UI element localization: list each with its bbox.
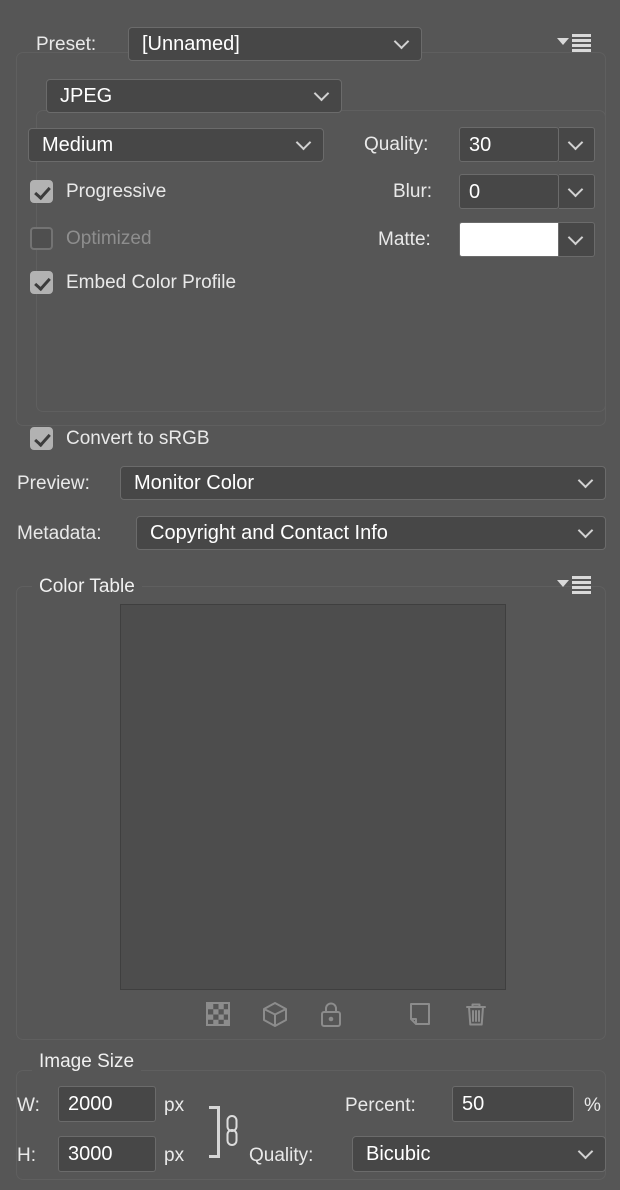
- image-height-input[interactable]: 3000: [58, 1136, 156, 1172]
- file-format-dropdown[interactable]: JPEG: [46, 79, 342, 113]
- chevron-down-icon: [570, 137, 583, 150]
- transparency-icon[interactable]: [203, 999, 233, 1029]
- percent-input[interactable]: 50: [452, 1086, 574, 1122]
- triangle-down-icon: [557, 38, 569, 45]
- preset-dropdown[interactable]: [Unnamed]: [128, 27, 422, 61]
- blur-input[interactable]: 0: [459, 174, 559, 209]
- image-width-label: W:: [17, 1095, 40, 1116]
- metadata-label: Metadata:: [17, 523, 102, 544]
- metadata-dropdown[interactable]: Copyright and Contact Info: [136, 516, 606, 550]
- progressive-checkbox[interactable]: [30, 180, 53, 203]
- chevron-down-icon: [580, 525, 593, 538]
- preview-value: Monitor Color: [134, 473, 255, 493]
- quality-label: Quality:: [364, 134, 429, 155]
- chevron-down-icon: [316, 88, 329, 101]
- preset-label: Preset:: [36, 34, 97, 55]
- image-height-label: H:: [17, 1145, 36, 1166]
- metadata-value: Copyright and Contact Info: [150, 523, 388, 543]
- chevron-down-icon: [396, 36, 409, 49]
- lock-icon[interactable]: [316, 999, 346, 1029]
- optimized-label: Optimized: [66, 228, 152, 249]
- hamburger-icon: [572, 34, 591, 52]
- hamburger-icon: [572, 576, 591, 594]
- color-table-swatch-area[interactable]: [120, 604, 506, 990]
- chevron-down-icon: [580, 1146, 593, 1159]
- constrain-bracket: [209, 1106, 220, 1158]
- blur-dropdown-button[interactable]: [559, 174, 595, 209]
- quality-input[interactable]: 30: [459, 127, 559, 162]
- triangle-down-icon: [557, 580, 569, 587]
- preview-label: Preview:: [17, 473, 90, 494]
- matte-label: Matte:: [378, 229, 431, 250]
- compression-quality-value: Medium: [42, 135, 114, 155]
- convert-to-srgb-checkbox[interactable]: [30, 427, 53, 450]
- color-table-title: Color Table: [32, 577, 142, 596]
- image-height-unit: px: [164, 1145, 185, 1166]
- percent-label: Percent:: [345, 1095, 416, 1116]
- blur-field-group: 0: [459, 174, 595, 209]
- matte-field-group: [459, 222, 595, 257]
- chain-link-icon[interactable]: [222, 1114, 242, 1148]
- image-width-input[interactable]: 2000: [58, 1086, 156, 1122]
- percent-unit: %: [584, 1095, 601, 1116]
- image-width-unit: px: [164, 1095, 185, 1116]
- preset-flyout-menu-icon[interactable]: [557, 33, 591, 53]
- progressive-label: Progressive: [66, 181, 167, 202]
- file-format-value: JPEG: [60, 86, 113, 106]
- compression-quality-dropdown[interactable]: Medium: [28, 128, 324, 162]
- chevron-down-icon: [570, 232, 583, 245]
- preview-dropdown[interactable]: Monitor Color: [120, 466, 606, 500]
- quality-field-group: 30: [459, 127, 595, 162]
- convert-to-srgb-label: Convert to sRGB: [66, 428, 210, 449]
- new-color-icon[interactable]: [405, 999, 435, 1029]
- embed-color-profile-checkbox[interactable]: [30, 271, 53, 294]
- chevron-down-icon: [298, 137, 311, 150]
- preset-value: [Unnamed]: [142, 34, 240, 54]
- matte-dropdown-button[interactable]: [559, 222, 595, 257]
- resample-quality-label: Quality:: [249, 1145, 314, 1166]
- resample-quality-value: Bicubic: [366, 1144, 431, 1164]
- trash-icon[interactable]: [461, 999, 491, 1029]
- save-for-web-settings-panel: Preset: [Unnamed] JPEG Medium Quality: 3…: [0, 0, 620, 1190]
- web-safe-cube-icon[interactable]: [260, 999, 290, 1029]
- quality-dropdown-button[interactable]: [559, 127, 595, 162]
- optimized-checkbox: [30, 227, 53, 250]
- embed-color-profile-label: Embed Color Profile: [66, 272, 237, 293]
- chevron-down-icon: [580, 475, 593, 488]
- resample-quality-dropdown[interactable]: Bicubic: [352, 1136, 606, 1172]
- chevron-down-icon: [570, 184, 583, 197]
- image-size-title: Image Size: [32, 1052, 142, 1071]
- color-table-flyout-menu-icon[interactable]: [557, 575, 591, 595]
- matte-color-swatch[interactable]: [459, 222, 559, 257]
- blur-label: Blur:: [393, 181, 433, 202]
